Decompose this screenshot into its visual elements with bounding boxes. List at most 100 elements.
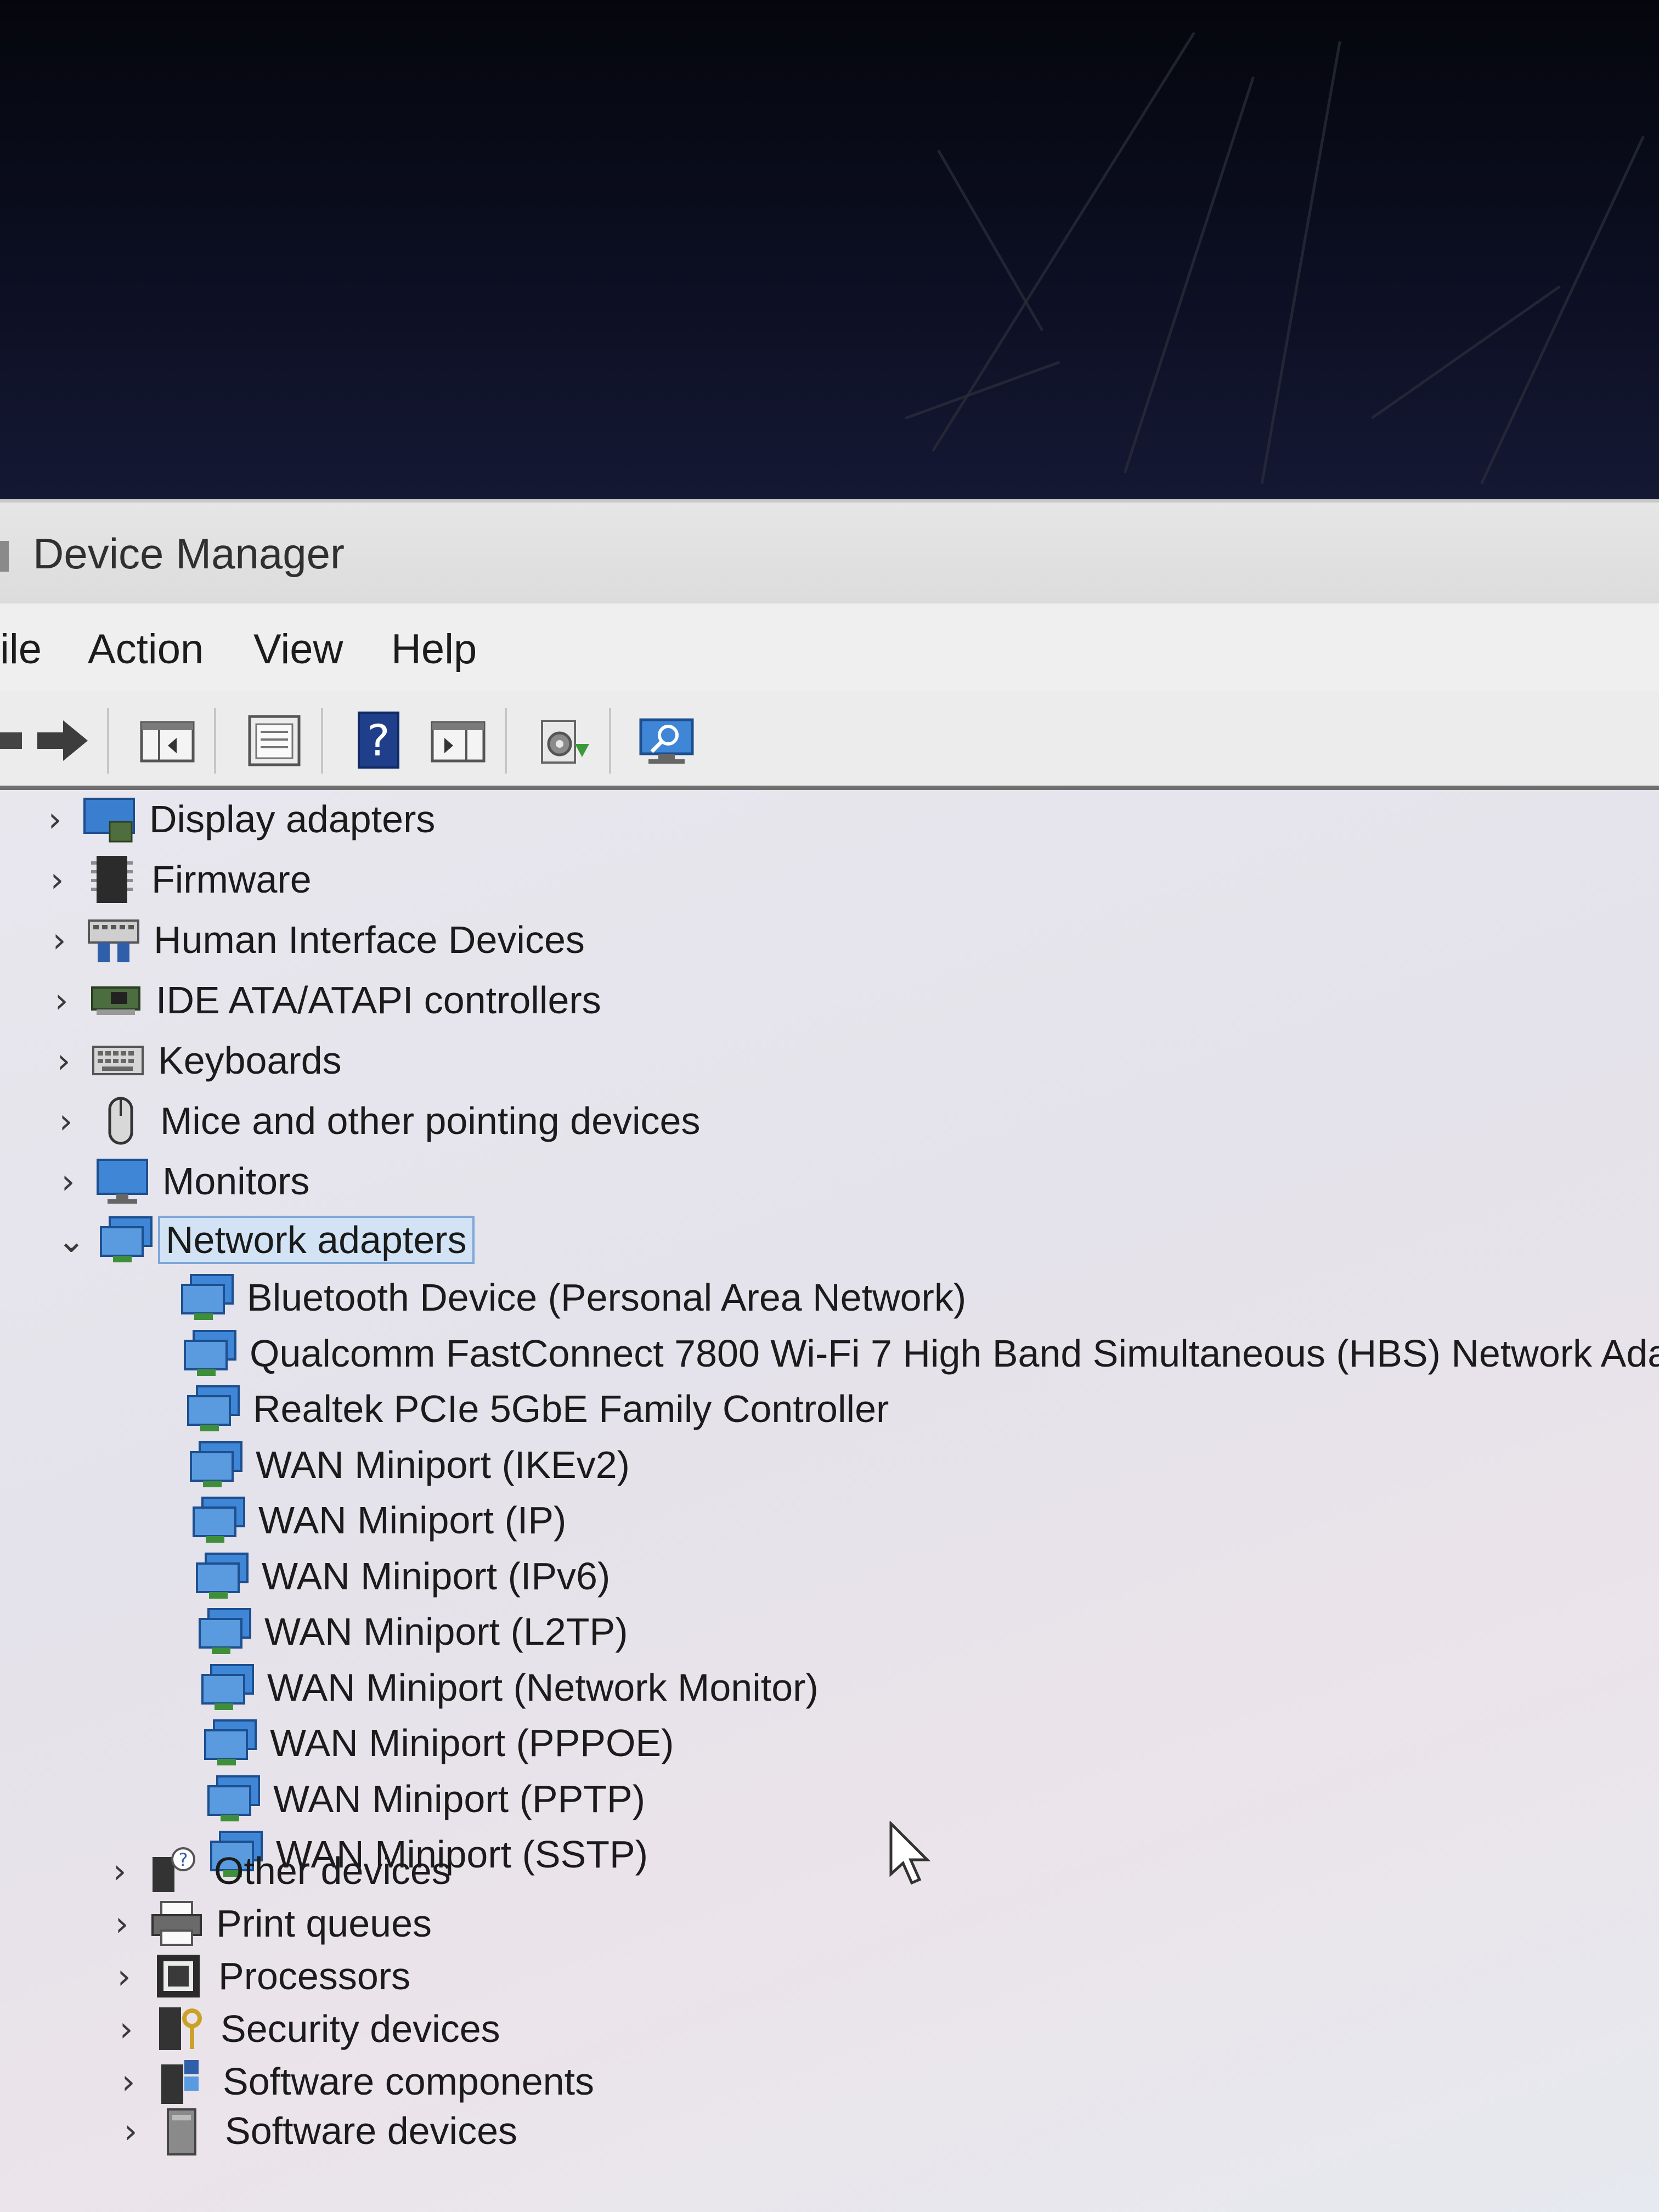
tree-node-label: Network adapters [158,1216,475,1264]
network-adapter-item[interactable]: Realtek PCIe 5GbE Family Controller [186,1381,889,1436]
chevron-down-icon[interactable]: ⌄ [55,1220,88,1260]
tree-node-human-interface-devices[interactable]: › Human Interface Devices [43,912,585,967]
network-adapter-icon [203,1718,258,1768]
menu-view[interactable]: View [253,625,343,673]
network-adapter-item[interactable]: WAN Miniport (Network Monitor) [200,1660,819,1715]
tree-node-processors[interactable]: › Processors [108,1949,410,2004]
network-adapter-icon [99,1215,154,1265]
scan-hardware-button[interactable] [636,708,702,774]
chevron-right-icon[interactable]: › [114,2111,147,2151]
toolbar-separator [107,708,109,774]
chevron-right-icon[interactable]: › [110,2009,143,2049]
display-adapter-icon [82,794,137,844]
tree-node-label: Mice and other pointing devices [160,1099,701,1142]
tree-branch [1370,285,1561,420]
tree-node-network-adapters[interactable]: ⌄ Network adapters [55,1212,475,1267]
tree-node-label: Print queues [216,1902,432,1945]
network-adapter-label: WAN Miniport (L2TP) [264,1610,628,1653]
mouse-cursor [889,1821,931,1885]
network-adapter-label: WAN Miniport (PPTP) [273,1778,646,1820]
menu-file[interactable]: ile [0,625,42,673]
chevron-right-icon[interactable]: › [45,980,78,1020]
network-adapter-icon [198,1607,252,1656]
tree-node-label: Display adapters [149,798,436,840]
tree-node-software-components[interactable]: › Software components [112,2054,594,2109]
title-bar[interactable]: Device Manager [0,499,1659,603]
tree-node-ide-ata-atapi-controllers[interactable]: › IDE ATA/ATAPI controllers [45,973,601,1028]
network-adapter-icon [206,1774,261,1824]
back-button[interactable] [0,708,27,774]
chevron-right-icon[interactable]: › [41,860,74,900]
chevron-right-icon[interactable]: › [112,2062,145,2102]
device-manager-window: Device Manager ile Action View Help ? › … [0,499,1659,2212]
chevron-right-icon[interactable]: › [103,1851,136,1891]
network-adapter-icon [191,1496,246,1545]
network-adapter-item[interactable]: Qualcomm FastConnect 7800 Wi-Fi 7 High B… [183,1326,1659,1381]
network-adapter-item[interactable]: WAN Miniport (PPTP) [206,1771,645,1826]
menu-action[interactable]: Action [88,625,204,673]
chevron-right-icon[interactable]: › [108,1956,140,1996]
toolbar-separator [214,708,216,774]
chevron-right-icon[interactable]: › [49,1101,82,1141]
action-pane-button[interactable] [425,708,491,774]
update-driver-button[interactable] [529,708,595,774]
forward-button[interactable] [30,708,96,774]
tree-node-print-queues[interactable]: › Print queues [105,1896,432,1951]
chevron-right-icon[interactable]: › [47,1041,80,1081]
help-button[interactable]: ? [346,708,411,774]
mouse-icon [93,1096,148,1146]
chevron-right-icon[interactable]: › [43,920,76,960]
network-adapter-item[interactable]: WAN Miniport (PPPOE) [203,1716,674,1770]
tree-node-label: IDE ATA/ATAPI controllers [156,979,601,1022]
chevron-right-icon[interactable]: › [105,1904,138,1944]
network-adapter-item[interactable]: WAN Miniport (L2TP) [198,1604,628,1659]
tree-branch [1480,136,1645,485]
tree-node-other-devices[interactable]: › ? Other devices [103,1843,451,1898]
network-adapter-icon [180,1273,235,1322]
tree-node-label: Monitors [162,1160,310,1203]
tree-node-label: Firmware [151,858,312,901]
show-hide-console-tree-icon [140,721,195,763]
network-adapter-label: Realtek PCIe 5GbE Family Controller [253,1387,889,1430]
firmware-icon [84,855,139,904]
monitor-icon [95,1156,150,1206]
network-adapter-item[interactable]: WAN Miniport (IPv6) [195,1549,610,1604]
tree-node-firmware[interactable]: › Firmware [41,852,312,907]
window-title: Device Manager [33,529,345,578]
tree-node-keyboards[interactable]: › Keyboards [47,1033,342,1088]
network-adapter-icon [195,1551,250,1601]
update-driver-icon [541,720,589,764]
toolbar-separator [505,708,507,774]
show-hide-console-tree-button[interactable] [134,708,200,774]
security-device-icon [154,2004,208,2053]
tree-node-software-devices[interactable]: › Software devices [114,2103,517,2158]
svg-text:?: ? [179,1849,188,1870]
toolbar-separator [321,708,323,774]
properties-button[interactable] [241,708,307,774]
tree-branch [936,149,1044,331]
tree-node-mice[interactable]: › Mice and other pointing devices [49,1093,700,1148]
tree-branch [1260,41,1341,484]
network-adapter-label: Bluetooth Device (Personal Area Network) [247,1276,967,1319]
network-adapter-icon [183,1329,238,1378]
tree-node-security-devices[interactable]: › Security devices [110,2001,500,2056]
network-adapter-icon [189,1440,244,1489]
tree-branch [931,31,1196,452]
network-adapter-item[interactable]: WAN Miniport (IP) [191,1493,566,1548]
tree-node-label: Software components [223,2060,595,2103]
chevron-right-icon[interactable]: › [38,799,71,839]
network-adapter-item[interactable]: WAN Miniport (IKEv2) [189,1437,630,1492]
properties-icon [248,715,301,766]
network-adapter-label: WAN Miniport (PPPOE) [270,1722,674,1764]
chevron-right-icon[interactable]: › [52,1161,84,1201]
network-adapter-icon [200,1663,255,1712]
software-device-icon [158,2106,213,2155]
tree-node-label: Keyboards [158,1039,342,1082]
tree-node-display-adapters[interactable]: › Display adapters [38,792,435,847]
back-icon [0,732,22,749]
tree-node-monitors[interactable]: › Monitors [52,1154,309,1209]
network-adapter-item[interactable]: Bluetooth Device (Personal Area Network) [180,1270,966,1325]
menu-help[interactable]: Help [391,625,477,673]
tree-node-label: Human Interface Devices [154,918,585,961]
action-pane-icon [431,721,486,763]
